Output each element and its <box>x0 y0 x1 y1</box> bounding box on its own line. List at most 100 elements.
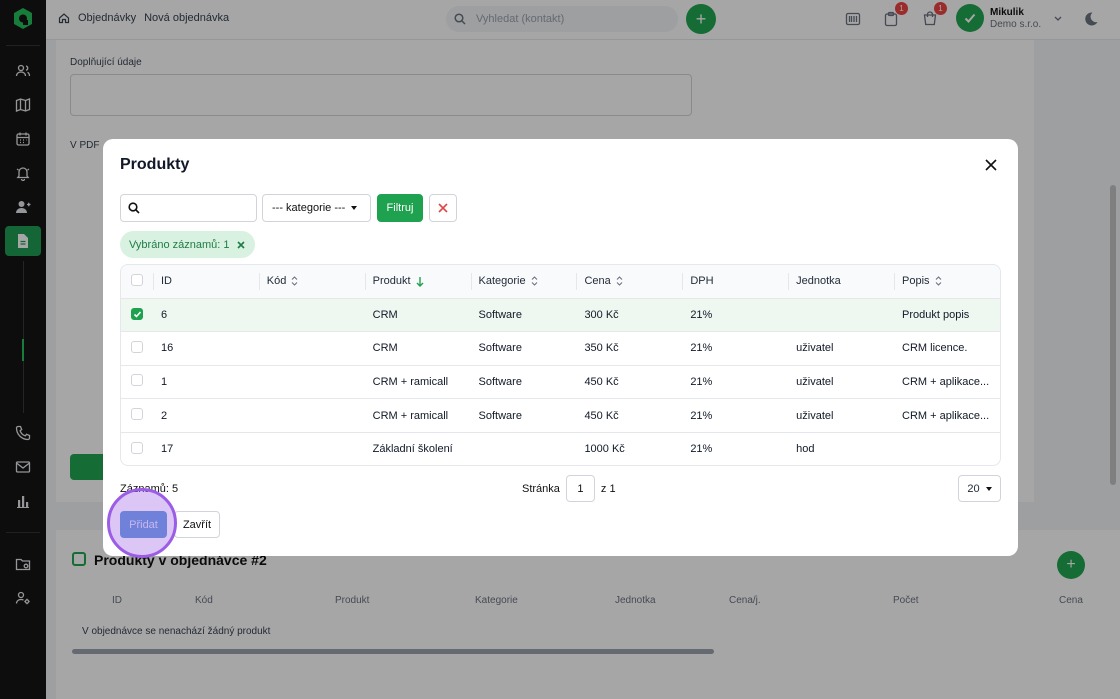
row-select-cell <box>121 432 153 465</box>
cell-id: 17 <box>160 443 174 456</box>
caret-down-icon <box>985 486 992 491</box>
col-unit-label: Jednotka <box>796 275 841 288</box>
add-button[interactable]: Přidat <box>120 511 167 538</box>
cell-product: CRM <box>364 331 471 366</box>
cell-code <box>258 331 365 366</box>
row-select-cell <box>121 365 153 400</box>
table-row[interactable]: 1 CRM + ramicall Software 450 Kč 21% uživatel… <box>121 365 1000 400</box>
col-id-label: ID <box>160 275 172 288</box>
cell-product: Základní školení <box>372 443 453 456</box>
sort-icon <box>935 276 941 287</box>
close-icon[interactable] <box>984 158 998 172</box>
cell-description <box>894 432 1000 465</box>
col-header-category[interactable]: Kategorie <box>470 265 577 299</box>
cell-description: CRM + aplikace... <box>894 398 1000 433</box>
col-header-vat: DPH <box>682 265 789 299</box>
col-header-description[interactable]: Popis <box>894 265 1000 299</box>
cell-id: 1 <box>152 365 259 400</box>
per-page-value: 20 <box>967 482 980 495</box>
cell-vat: 21% <box>682 298 789 333</box>
records-count: Záznamů: 5 <box>120 483 179 495</box>
products-modal: Produkty --- kategorie --- Filtruj Vybrá… <box>103 139 1018 556</box>
cell-price: 450 Kč <box>576 365 683 400</box>
selected-records-label: Vybráno záznamů: 1 <box>129 238 230 251</box>
cell-category: Software <box>470 398 577 433</box>
cell-code <box>258 365 365 400</box>
select-all-cell <box>121 265 153 299</box>
row-checkbox[interactable] <box>131 308 143 321</box>
arrow-down-icon <box>416 276 424 287</box>
col-code-label: Kód <box>266 275 287 288</box>
products-table: ID Kód Produkt Kategorie Cena DPH Jednot… <box>120 264 1001 466</box>
cell-price: 350 Kč <box>576 331 683 366</box>
cell-price: 450 Kč <box>576 398 683 433</box>
table-row[interactable]: 16 CRM Software 350 Kč 21% uživatel CRM licenc… <box>121 331 1000 366</box>
cell-vat: 21% <box>682 398 789 433</box>
cell-description: CRM licence. <box>894 331 1000 366</box>
col-description-label: Popis <box>902 275 930 288</box>
per-page-select[interactable]: 20 <box>958 475 1001 502</box>
table-row[interactable]: 6 CRM Software 300 Kč 21% Produkt popis <box>121 298 1000 333</box>
category-select-value: --- kategorie --- <box>272 202 346 214</box>
cell-vat: 21% <box>690 443 713 456</box>
close-button[interactable]: Zavřít <box>174 511 220 538</box>
cell-code <box>258 298 365 333</box>
page-label: Stránka <box>522 482 560 495</box>
table-header-row: ID Kód Produkt Kategorie Cena DPH Jednot… <box>121 265 1000 299</box>
cell-category: Software <box>470 365 577 400</box>
row-checkbox[interactable] <box>131 408 143 421</box>
check-icon <box>133 311 141 318</box>
cell-unit: uživatel <box>788 331 895 366</box>
row-checkbox[interactable] <box>131 340 143 353</box>
sort-icon <box>616 276 623 287</box>
cell-description: Produkt popis <box>894 298 1000 333</box>
cell-vat: 21% <box>682 365 789 400</box>
col-header-unit: Jednotka <box>788 265 895 299</box>
product-search-input[interactable] <box>120 194 257 222</box>
sort-icon <box>291 276 298 287</box>
cell-id: 16 <box>152 331 259 366</box>
col-header-code[interactable]: Kód <box>258 265 365 299</box>
cell-price: 300 Kč <box>576 298 683 333</box>
row-checkbox[interactable] <box>131 374 143 387</box>
col-header-id[interactable]: ID <box>152 265 259 299</box>
cell-id: 6 <box>152 298 259 333</box>
cell-category: Software <box>470 298 577 333</box>
cell-unit: uživatel <box>788 365 895 400</box>
cell-code <box>258 398 365 433</box>
pagination: Stránka 1 z 1 <box>522 475 616 502</box>
close-icon[interactable] <box>237 240 246 249</box>
cell-unit: uživatel <box>788 398 895 433</box>
cell-product: CRM + ramicall <box>364 398 471 433</box>
page-number-input[interactable]: 1 <box>565 475 595 502</box>
close-icon <box>438 203 448 213</box>
col-header-price[interactable]: Cena <box>576 265 683 299</box>
page-total: z 1 <box>600 482 616 495</box>
col-product-label: Produkt <box>372 275 411 288</box>
col-price-label: Cena <box>584 275 611 288</box>
clear-filter-button[interactable] <box>429 194 457 222</box>
col-category-label: Kategorie <box>478 275 526 288</box>
modal-title: Produkty <box>120 156 190 173</box>
table-row[interactable]: 2 CRM + ramicall Software 450 Kč 21% uživatel… <box>121 398 1000 433</box>
selected-records-chip[interactable]: Vybráno záznamů: 1 <box>120 231 256 258</box>
cell-id: 2 <box>152 398 259 433</box>
cell-price: 1000 Kč <box>584 443 625 456</box>
cell-unit: hod <box>796 443 815 456</box>
cell-code <box>259 432 365 465</box>
filter-button[interactable]: Filtruj <box>377 194 423 222</box>
caret-down-icon <box>351 206 358 210</box>
row-select-cell <box>121 331 153 366</box>
col-header-product[interactable]: Produkt <box>364 265 471 299</box>
table-row[interactable]: 17 Základní školení 1000 Kč 21% hod <box>121 432 1000 465</box>
cell-unit <box>788 298 895 333</box>
category-select[interactable]: --- kategorie --- <box>262 194 371 222</box>
cell-product: CRM + ramicall <box>364 365 471 400</box>
row-select-cell <box>121 398 153 433</box>
product-search-field[interactable] <box>146 202 246 214</box>
row-checkbox[interactable] <box>131 441 143 454</box>
cell-description: CRM + aplikace... <box>894 365 1000 400</box>
row-select-cell <box>121 298 153 333</box>
select-all-checkbox[interactable] <box>131 273 143 286</box>
cell-product: CRM <box>364 298 471 333</box>
